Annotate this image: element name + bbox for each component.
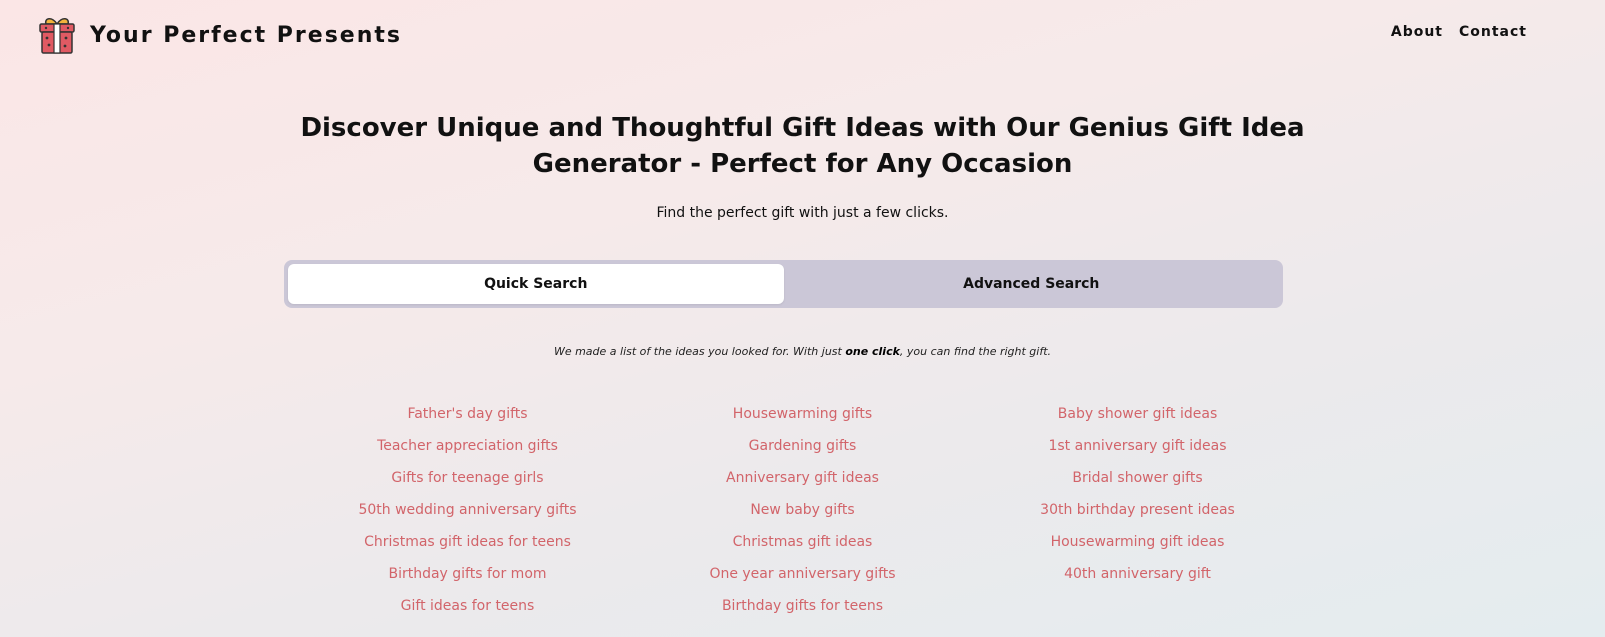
idea-link[interactable]: Father's day gifts <box>407 398 527 430</box>
ideas-column: Father's day gifts Teacher appreciation … <box>300 398 635 622</box>
idea-link[interactable]: Housewarming gift ideas <box>1051 526 1225 558</box>
ideas-column: Baby shower gift ideas 1st anniversary g… <box>970 398 1305 622</box>
idea-link[interactable]: Gifts for teenage girls <box>391 462 543 494</box>
idea-link[interactable]: Bridal shower gifts <box>1072 462 1202 494</box>
idea-link[interactable]: 1st anniversary gift ideas <box>1048 430 1226 462</box>
idea-link[interactable]: Birthday gifts for mom <box>388 558 546 590</box>
gift-icon <box>39 18 75 54</box>
search-mode-tabs: Quick Search Advanced Search <box>284 260 1283 308</box>
idea-link[interactable]: Anniversary gift ideas <box>726 462 879 494</box>
idea-link[interactable]: 40th anniversary gift <box>1064 558 1211 590</box>
idea-link[interactable]: 50th wedding anniversary gifts <box>358 494 576 526</box>
idea-link[interactable]: Birthday gifts for teens <box>722 590 883 622</box>
idea-link[interactable]: Teacher appreciation gifts <box>377 430 558 462</box>
ideas-note-after: , you can find the right gift. <box>899 345 1052 358</box>
ideas-note: We made a list of the ideas you looked f… <box>0 345 1605 358</box>
ideas-note-bold: one click <box>845 345 900 358</box>
ideas-column: Housewarming gifts Gardening gifts Anniv… <box>635 398 970 622</box>
brand-name: Your Perfect Presents <box>90 22 402 48</box>
page-title: Discover Unique and Thoughtful Gift Idea… <box>300 113 1305 179</box>
idea-link[interactable]: New baby gifts <box>750 494 854 526</box>
idea-link[interactable]: Christmas gift ideas <box>733 526 873 558</box>
idea-link[interactable]: Christmas gift ideas for teens <box>364 526 571 558</box>
tab-advanced-search[interactable]: Advanced Search <box>784 264 1280 304</box>
page-subtitle: Find the perfect gift with just a few cl… <box>656 205 949 221</box>
idea-link[interactable]: Housewarming gifts <box>733 398 872 430</box>
idea-link[interactable]: Gift ideas for teens <box>401 590 535 622</box>
idea-link[interactable]: Baby shower gift ideas <box>1058 398 1217 430</box>
ideas-note-before: We made a list of the ideas you looked f… <box>553 345 846 358</box>
idea-link[interactable]: One year anniversary gifts <box>709 558 895 590</box>
tab-quick-search[interactable]: Quick Search <box>288 264 784 304</box>
logo[interactable]: Your Perfect Presents <box>36 14 402 56</box>
gift-ideas-grid: Father's day gifts Teacher appreciation … <box>300 398 1305 622</box>
idea-link[interactable]: Gardening gifts <box>749 430 857 462</box>
nav-link-contact[interactable]: Contact <box>1459 24 1527 40</box>
main-nav: About Contact <box>1391 24 1527 40</box>
site-header: Your Perfect Presents About Contact <box>0 0 1605 70</box>
idea-link[interactable]: 30th birthday present ideas <box>1040 494 1235 526</box>
nav-link-about[interactable]: About <box>1391 24 1443 40</box>
